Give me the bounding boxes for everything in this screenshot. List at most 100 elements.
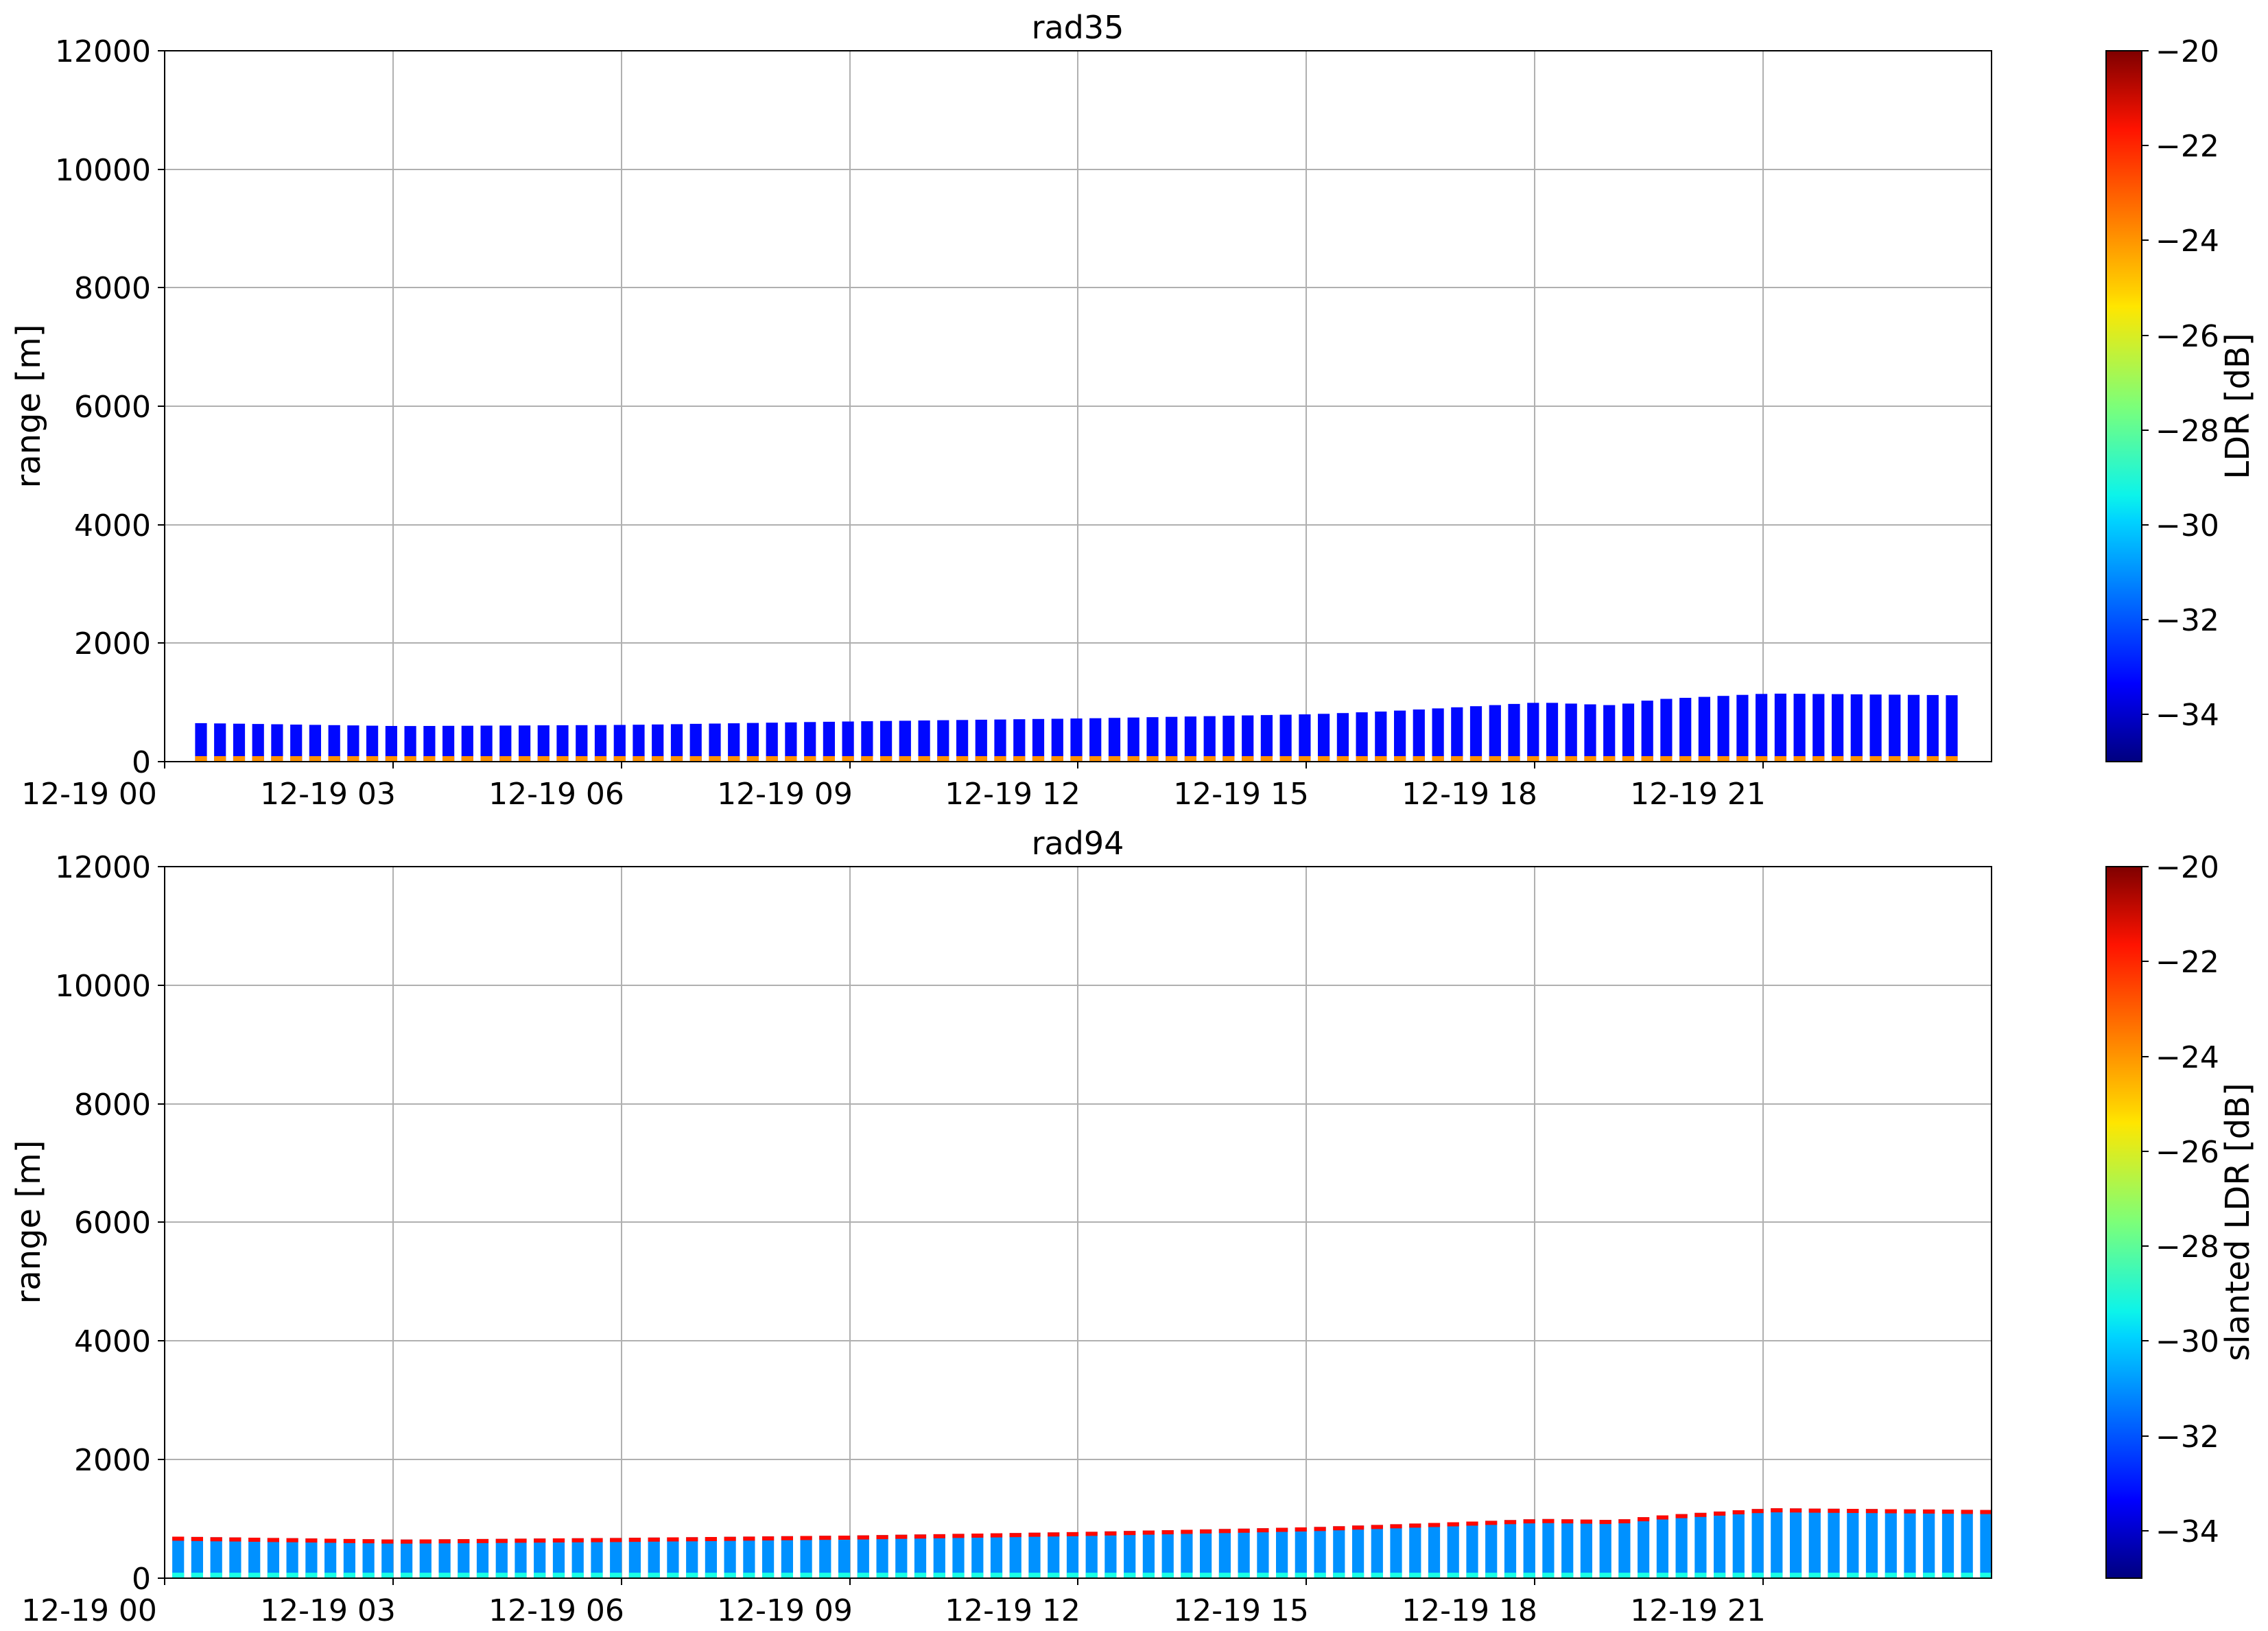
heatmap-column-ground-band: [686, 1573, 698, 1578]
heatmap-column-top-edge: [952, 1534, 965, 1538]
heatmap-column-ground-band: [610, 1573, 622, 1578]
heatmap-column-top-edge: [1447, 1522, 1459, 1527]
heatmap-column-top-edge: [515, 1538, 527, 1543]
heatmap-column-ground-band: [857, 1573, 869, 1578]
heatmap-column: [823, 721, 835, 762]
heatmap-column-ground-band: [689, 756, 702, 762]
heatmap-column-ground-band: [1203, 756, 1216, 762]
heatmap-column: [515, 1538, 527, 1578]
heatmap-column: [271, 724, 283, 762]
heatmap-column: [1694, 1512, 1707, 1578]
heatmap-column: [705, 1537, 717, 1578]
heatmap-column: [1124, 1531, 1136, 1578]
heatmap-column-ground-band: [362, 1573, 375, 1578]
heatmap-column-ground-band: [534, 1573, 546, 1578]
heatmap-column: [1717, 696, 1729, 762]
heatmap-column-ground-band: [1124, 1573, 1136, 1578]
heatmap-column: [633, 725, 645, 762]
heatmap-column: [267, 1538, 279, 1578]
heatmap-column-ground-band: [1946, 756, 1958, 762]
heatmap-column-ground-band: [914, 1573, 927, 1578]
heatmap-column-ground-band: [1146, 756, 1159, 762]
heatmap-column: [781, 1536, 793, 1578]
heatmap-column-ground-band: [1181, 1573, 1193, 1578]
heatmap-column: [1489, 705, 1501, 762]
heatmap-column: [648, 1537, 660, 1578]
heatmap-column: [1504, 1520, 1517, 1578]
heatmap-column-ground-band: [1428, 1573, 1441, 1578]
heatmap-column: [1314, 1527, 1326, 1578]
heatmap-column-top-edge: [1961, 1510, 1973, 1514]
x-tick-label: 12-19 21: [1630, 1593, 1766, 1628]
x-tick-label: 12-19 12: [945, 1593, 1080, 1628]
heatmap-column: [552, 1538, 565, 1578]
heatmap-column: [1352, 1525, 1365, 1578]
heatmap-column: [1375, 712, 1387, 762]
heatmap-column-ground-band: [1638, 1573, 1650, 1578]
heatmap-column: [1089, 718, 1102, 762]
heatmap-column-top-edge: [305, 1538, 318, 1543]
heatmap-column-ground-band: [1889, 756, 1901, 762]
heatmap-column-top-edge: [1276, 1527, 1288, 1532]
heatmap-column: [1142, 1530, 1155, 1578]
heatmap-column: [1333, 1526, 1345, 1578]
heatmap-column-top-edge: [1504, 1520, 1517, 1525]
heatmap-column-ground-band: [1142, 1573, 1155, 1578]
heatmap-column-ground-band: [1622, 756, 1635, 762]
heatmap-column-ground-band: [876, 1573, 888, 1578]
heatmap-column-ground-band: [495, 1573, 508, 1578]
heatmap-column: [1181, 1529, 1193, 1578]
y-tick-label: 10000: [55, 153, 151, 188]
heatmap-column-ground-band: [1108, 756, 1121, 762]
heatmap-column: [534, 1538, 546, 1578]
heatmap-column-ground-band: [172, 1573, 185, 1578]
heatmap-column-top-edge: [895, 1534, 908, 1539]
heatmap-column-ground-band: [1580, 1573, 1592, 1578]
heatmap-column: [933, 1534, 945, 1578]
heatmap-column-ground-band: [1085, 1573, 1098, 1578]
heatmap-column: [1299, 714, 1311, 762]
heatmap-column: [956, 720, 969, 762]
heatmap-column: [1885, 1509, 1897, 1578]
chart-panel-rad94: rad94 0 2000 4000 6000 8000 10000 12000 …: [10, 825, 2257, 1628]
heatmap-column: [1105, 1531, 1117, 1578]
heatmap-column-ground-band: [1432, 756, 1444, 762]
x-tick-label: 12-19 15: [1173, 1593, 1309, 1628]
colorbar-tick-label: −30: [2155, 1324, 2219, 1359]
heatmap-column: [728, 723, 740, 762]
heatmap-column: [1200, 1529, 1212, 1578]
heatmap-column: [1032, 718, 1045, 762]
heatmap-column-top-edge: [1238, 1528, 1250, 1533]
heatmap-column-ground-band: [766, 756, 778, 762]
heatmap-column: [971, 1534, 984, 1578]
heatmap-column-top-edge: [248, 1538, 261, 1542]
heatmap-column-ground-band: [1508, 756, 1520, 762]
heatmap-column-top-edge: [1181, 1529, 1193, 1534]
heatmap-column-ground-band: [1542, 1573, 1555, 1578]
heatmap-column: [1714, 1511, 1726, 1578]
heatmap-column: [876, 1535, 888, 1578]
heatmap-column-ground-band: [499, 756, 512, 762]
heatmap-column: [1847, 1509, 1859, 1578]
heatmap-column-ground-band: [1599, 1573, 1611, 1578]
heatmap-column-ground-band: [971, 1573, 984, 1578]
heatmap-column: [1218, 1529, 1231, 1578]
heatmap-column: [1108, 718, 1121, 762]
heatmap-column-ground-band: [1675, 1573, 1688, 1578]
heatmap-column-top-edge: [1751, 1509, 1764, 1514]
heatmap-column: [914, 1534, 927, 1578]
x-axis: 12-19 00 12-19 03 12-19 06 12-19 09 12-1…: [21, 1578, 1766, 1628]
heatmap-column-top-edge: [990, 1533, 1003, 1538]
heatmap-column-ground-band: [1885, 1573, 1897, 1578]
heatmap-column: [233, 723, 246, 762]
heatmap-column-ground-band: [191, 1573, 203, 1578]
heatmap-column-ground-band: [1105, 1573, 1117, 1578]
heatmap-column: [1751, 1509, 1764, 1578]
heatmap-columns: [195, 693, 1958, 762]
heatmap-column: [724, 1536, 736, 1578]
heatmap-column-ground-band: [1828, 1573, 1840, 1578]
heatmap-column-ground-band: [1679, 756, 1692, 762]
heatmap-column-ground-band: [1660, 756, 1673, 762]
heatmap-column-ground-band: [1242, 756, 1254, 762]
heatmap-column-top-edge: [591, 1538, 603, 1542]
